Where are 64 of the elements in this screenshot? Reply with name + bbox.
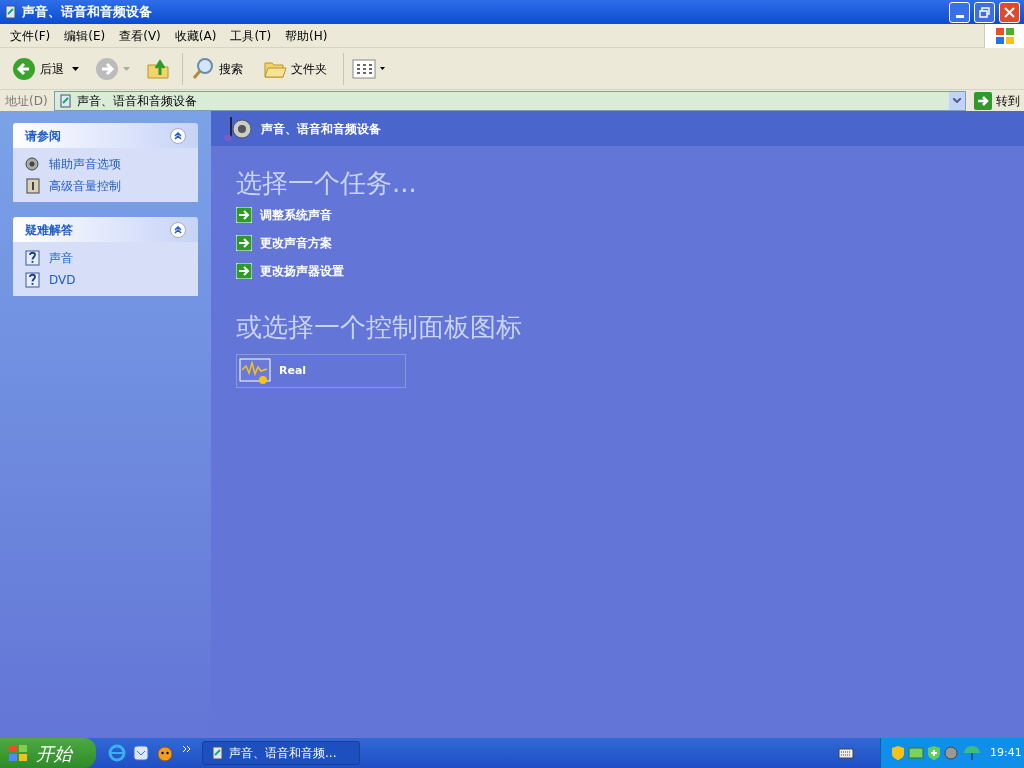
search-button[interactable]: 搜索 bbox=[187, 51, 247, 86]
start-button[interactable]: 开始 bbox=[0, 738, 96, 768]
windows-logo-icon bbox=[8, 744, 28, 762]
speaker-icon[interactable] bbox=[944, 745, 960, 761]
caret-icon bbox=[380, 67, 385, 70]
task-link[interactable]: 更改扬声器设置 bbox=[260, 262, 344, 280]
folders-button[interactable]: 文件夹 bbox=[259, 51, 331, 86]
collapse-button[interactable] bbox=[170, 221, 186, 238]
panel-link[interactable]: 辅助声音选项 bbox=[49, 155, 121, 173]
restore-icon bbox=[979, 6, 990, 18]
arrow-icon bbox=[236, 263, 252, 279]
keyboard-icon[interactable] bbox=[838, 747, 854, 759]
task-heading: 选择一个任务... bbox=[236, 167, 418, 200]
back-button[interactable]: 后退 bbox=[8, 51, 68, 86]
arrow-icon bbox=[236, 235, 252, 251]
page-icon bbox=[59, 93, 73, 108]
chevron-icon bbox=[174, 131, 182, 140]
window-icon bbox=[4, 5, 18, 19]
panel-link[interactable]: DVD bbox=[49, 271, 76, 289]
panel-title: 请参阅 bbox=[25, 127, 61, 145]
menu-item[interactable]: 工具(T) bbox=[230, 26, 272, 45]
help-icon bbox=[25, 250, 41, 266]
umbrella-icon[interactable] bbox=[963, 745, 981, 761]
chevron-icon[interactable] bbox=[182, 745, 192, 753]
close-icon bbox=[1004, 6, 1015, 18]
dropdown-button[interactable] bbox=[949, 91, 965, 110]
restore-button[interactable] bbox=[974, 1, 995, 23]
shield-plus-icon[interactable] bbox=[927, 745, 941, 761]
go-button[interactable]: 转到 bbox=[970, 91, 1024, 110]
panel-title: 疑难解答 bbox=[25, 221, 73, 239]
menu-item[interactable]: 帮助(H) bbox=[285, 26, 328, 45]
minimize-icon bbox=[955, 14, 964, 18]
menu-item[interactable]: 文件(F) bbox=[10, 26, 51, 45]
menu-item[interactable]: 收藏(A) bbox=[174, 26, 217, 45]
task-link[interactable]: 更改声音方案 bbox=[260, 234, 332, 252]
control-panel-item[interactable]: Real bbox=[236, 354, 406, 388]
icon-heading: 或选择一个控制面板图标 bbox=[236, 311, 523, 344]
minimize-button[interactable] bbox=[949, 1, 970, 23]
clock: 19:41 bbox=[990, 744, 1022, 761]
address-field[interactable]: 声音、语音和音频设备 bbox=[54, 90, 966, 111]
window-title: 声音、语音和音频设备 bbox=[22, 3, 152, 22]
panel-link[interactable]: 高级音量控制 bbox=[49, 177, 121, 195]
menu-item[interactable]: 查看(V) bbox=[119, 26, 161, 45]
page-icon bbox=[211, 746, 225, 760]
collapse-button[interactable] bbox=[170, 127, 186, 144]
task-link[interactable]: 调整系统声音 bbox=[260, 206, 332, 224]
arrow-icon bbox=[236, 207, 252, 223]
address-label: 地址(D) bbox=[4, 92, 49, 110]
header-title: 声音、语音和音频设备 bbox=[261, 120, 381, 138]
close-button[interactable] bbox=[999, 1, 1020, 23]
caret-icon bbox=[953, 98, 961, 103]
network-icon[interactable] bbox=[908, 746, 924, 760]
taskbar-window-button[interactable]: 声音、语音和音频... bbox=[202, 741, 360, 765]
chevron-icon bbox=[174, 225, 182, 234]
caret-icon[interactable] bbox=[72, 66, 79, 71]
volume-control-icon bbox=[25, 178, 41, 194]
help-icon bbox=[25, 272, 41, 288]
views-icon bbox=[352, 58, 376, 79]
mail-icon[interactable] bbox=[132, 744, 150, 762]
menu-item[interactable]: 编辑(E) bbox=[64, 26, 106, 45]
search-icon bbox=[191, 56, 215, 81]
audio-wave-icon bbox=[239, 357, 271, 385]
panel-link[interactable]: 声音 bbox=[49, 249, 73, 267]
speaker-icon bbox=[25, 156, 41, 172]
